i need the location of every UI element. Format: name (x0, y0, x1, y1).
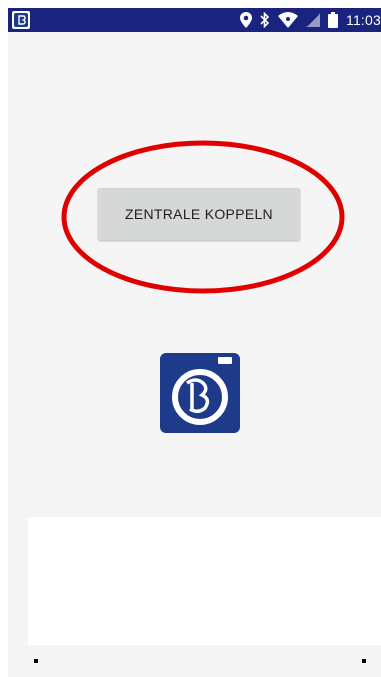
bluetooth-icon (260, 12, 270, 28)
app-logo-icon (160, 353, 240, 433)
status-bar: 11:03 (8, 8, 381, 32)
status-icons: 11:03 (240, 8, 381, 32)
location-icon (240, 12, 252, 28)
battery-icon (328, 12, 338, 28)
main-content: ZENTRALE KOPPELN (8, 32, 381, 677)
status-time: 11:03 (346, 12, 381, 28)
signal-icon (306, 13, 320, 27)
wifi-icon (278, 12, 298, 28)
bottom-panel (28, 517, 381, 645)
nav-dot-left (34, 659, 38, 663)
app-notification-icon (12, 11, 30, 29)
nav-dot-right (362, 659, 366, 663)
pair-central-button[interactable]: ZENTRALE KOPPELN (98, 188, 300, 240)
